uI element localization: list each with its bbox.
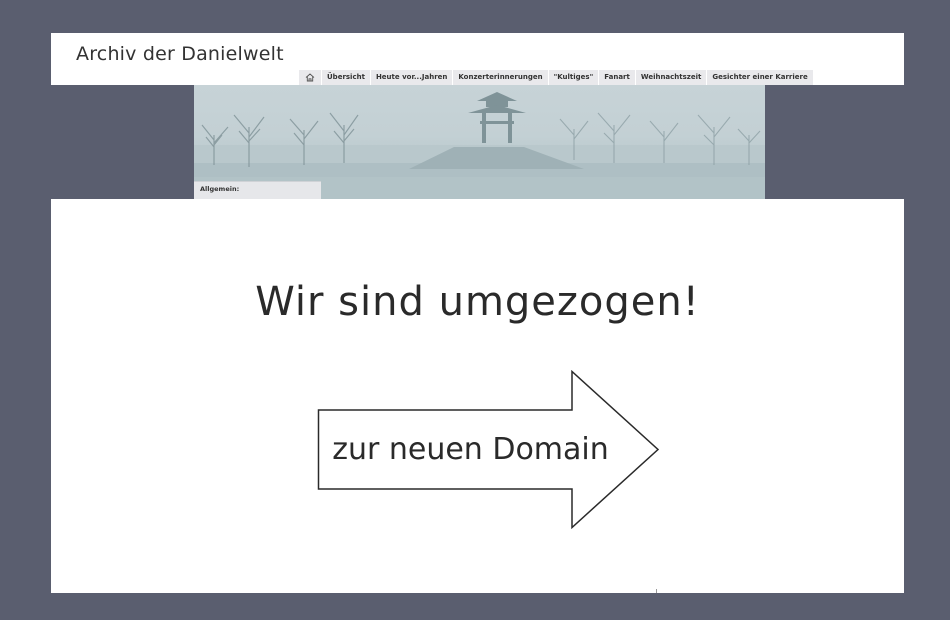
nav-item-uebersicht[interactable]: Übersicht <box>322 70 370 85</box>
site-title[interactable]: Archiv der Danielwelt <box>76 43 284 65</box>
divider-mark <box>656 589 657 593</box>
sidebar-section: Allgemein: <box>194 181 321 199</box>
nav-item-kultiges[interactable]: "Kultiges" <box>548 70 599 85</box>
main-navigation: Übersicht Heute vor...Jahren Konzerterin… <box>299 70 813 85</box>
nav-item-heute-vor-jahren[interactable]: Heute vor...Jahren <box>370 70 453 85</box>
nav-item-gesichter-einer-karriere[interactable]: Gesichter einer Karriere <box>707 70 813 85</box>
site-header: Archiv der Danielwelt Übersicht Heute vo… <box>51 33 904 85</box>
home-icon <box>305 73 315 82</box>
hero-image: Allgemein: <box>194 85 765 199</box>
nav-item-konzerterinnerungen[interactable]: Konzerterinnerungen <box>453 70 548 85</box>
headline: Wir sind umgezogen! <box>255 279 700 325</box>
sidebar-section-label: Allgemein: <box>200 185 240 193</box>
new-domain-link[interactable]: zur neuen Domain <box>317 370 660 529</box>
nav-item-weihnachtszeit[interactable]: Weihnachtszeit <box>635 70 707 85</box>
nav-item-fanart[interactable]: Fanart <box>599 70 635 85</box>
relocation-notice: Wir sind umgezogen! zur neuen Domain <box>51 199 904 593</box>
nav-home[interactable] <box>299 70 321 85</box>
new-domain-label: zur neuen Domain <box>332 432 609 467</box>
